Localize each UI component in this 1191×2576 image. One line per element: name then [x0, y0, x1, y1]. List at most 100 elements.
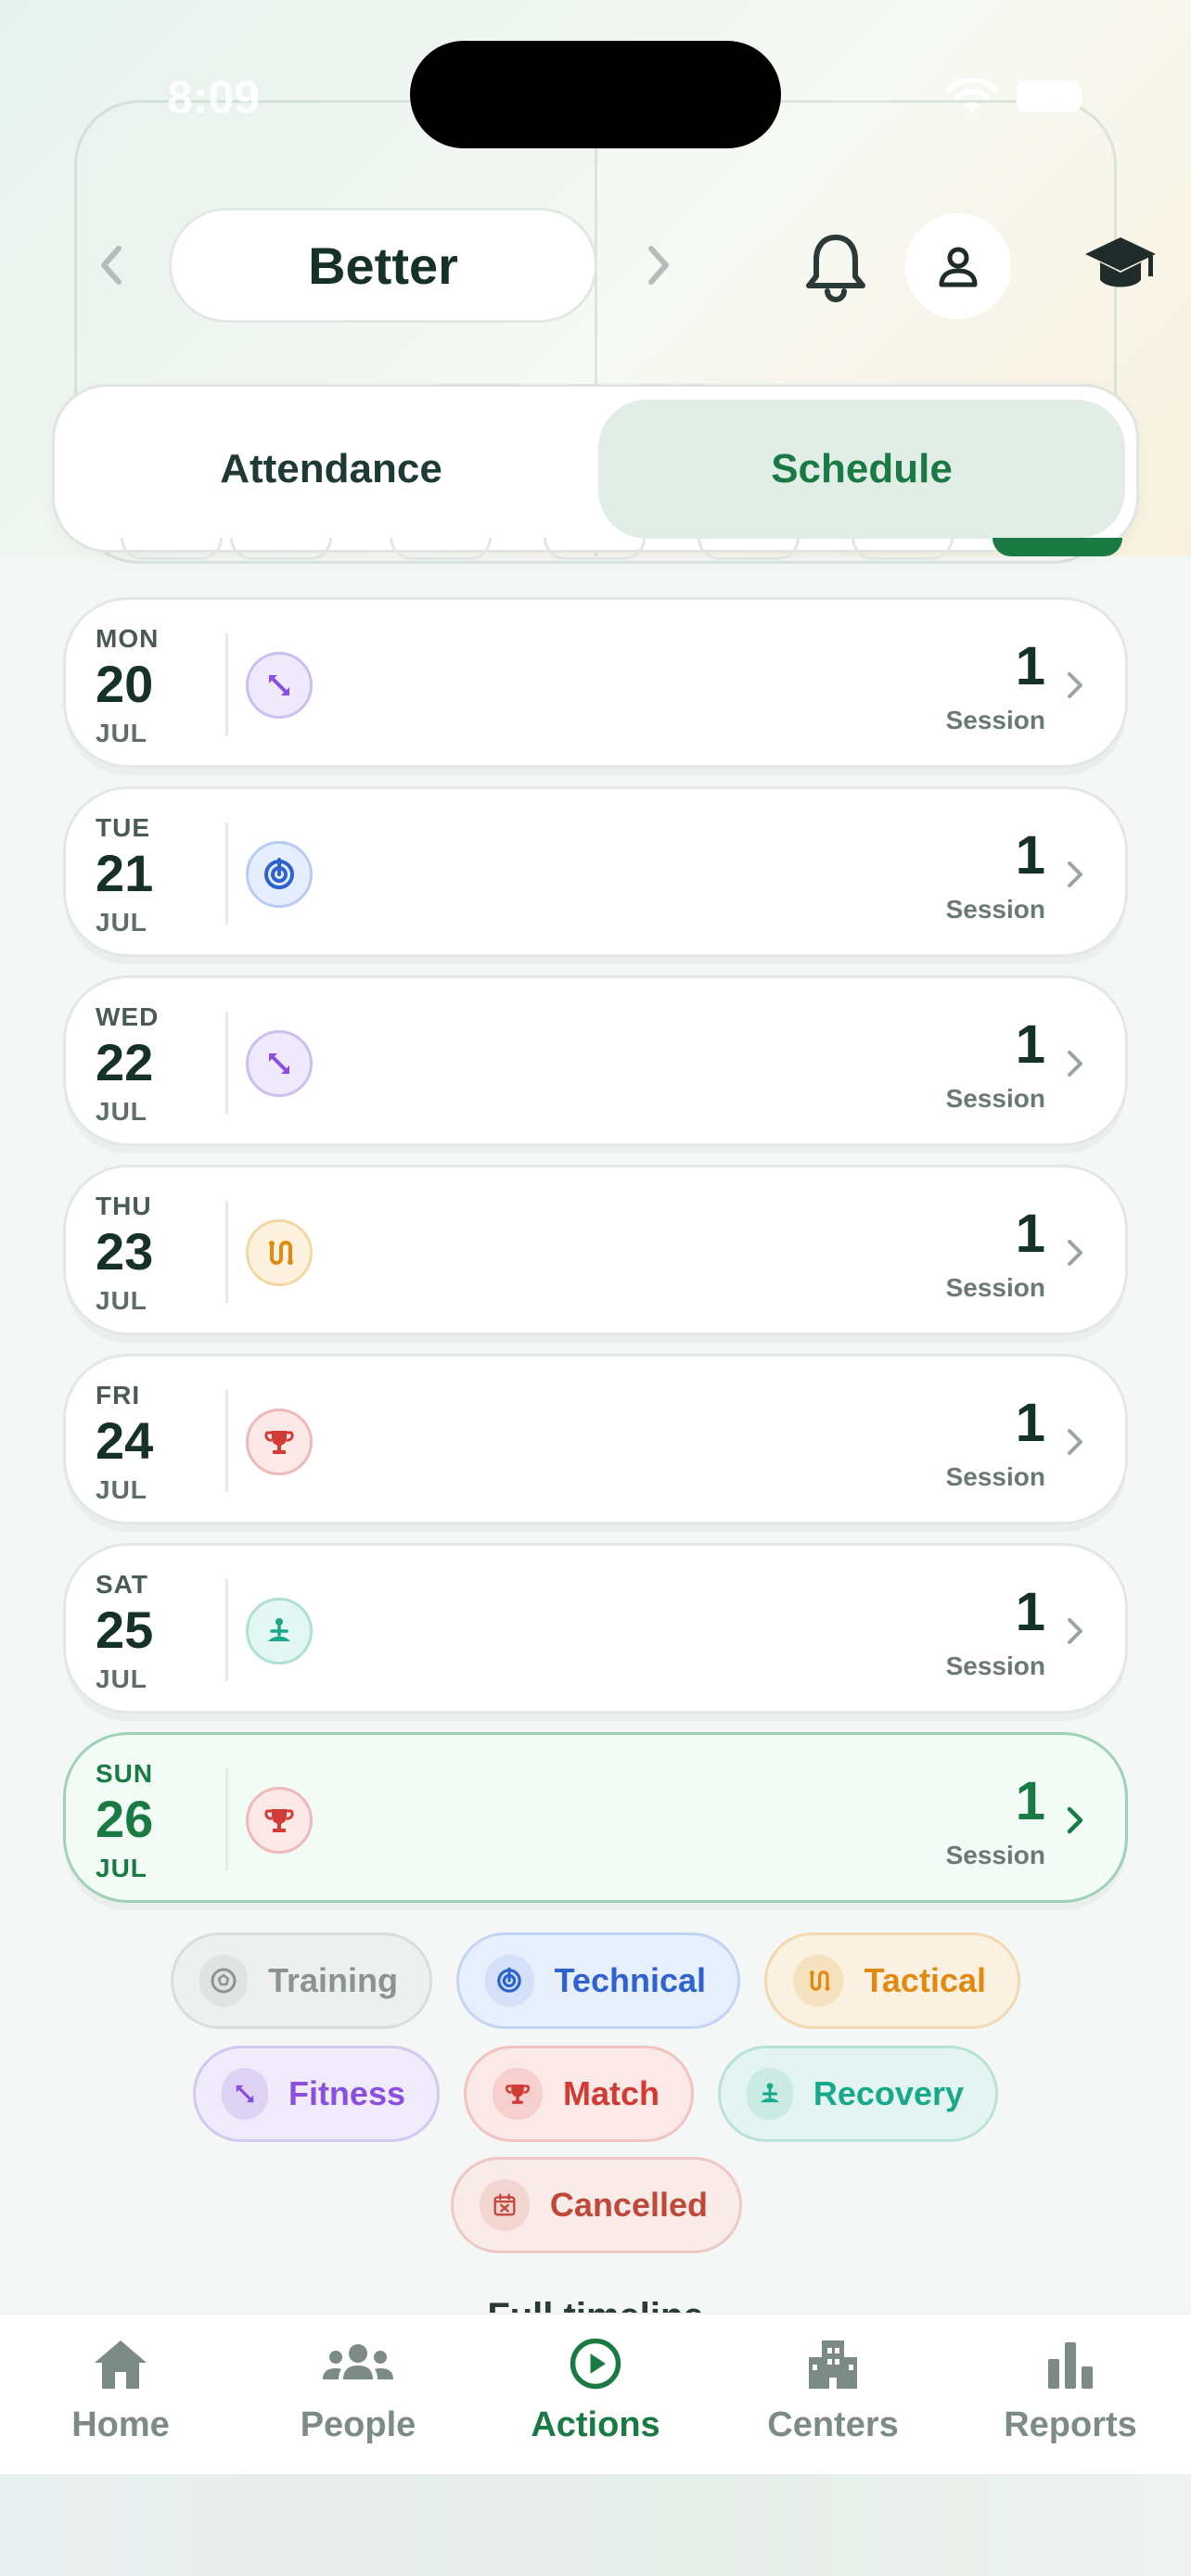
- session-count: 1: [1015, 1771, 1045, 1831]
- technical-icon: [246, 841, 313, 908]
- tactical-icon: [246, 1219, 313, 1286]
- week-pill: [698, 538, 800, 560]
- session-count: 1: [1015, 1582, 1045, 1642]
- trophy-icon: [493, 2068, 543, 2120]
- legend-training: Training: [171, 1932, 432, 2029]
- session-label: Session: [945, 895, 1045, 924]
- play-circle-icon: [570, 2338, 621, 2390]
- session-count: 1: [1015, 1014, 1045, 1075]
- day-month: JUL: [96, 1097, 147, 1126]
- wifi-icon: [947, 78, 997, 113]
- session-count: 1: [1015, 1204, 1045, 1264]
- person-icon: [939, 247, 978, 287]
- day-row-mon[interactable]: MON 20 JUL 1 Session: [63, 597, 1128, 768]
- tab-schedule[interactable]: Schedule: [598, 400, 1125, 539]
- day-number: 22: [96, 1033, 154, 1091]
- tab-label: Reports: [1004, 2405, 1137, 2444]
- chevron-right-icon: [1067, 1806, 1083, 1834]
- session-label: Session: [945, 1084, 1045, 1113]
- day-abbr: SUN: [96, 1759, 154, 1788]
- legend-cancelled: Cancelled: [451, 2157, 742, 2253]
- session-label: Session: [945, 1841, 1045, 1869]
- building-icon: [809, 2340, 857, 2389]
- day-month: JUL: [96, 908, 147, 937]
- tab-home[interactable]: Home: [19, 2337, 223, 2445]
- day-abbr: THU: [96, 1192, 152, 1220]
- day-month: JUL: [96, 719, 147, 747]
- full-timeline-link[interactable]: Full timeline: [0, 2296, 1191, 2313]
- status-time: 8:09: [167, 71, 261, 123]
- session-label: Session: [945, 1462, 1045, 1491]
- row-divider: [225, 1768, 228, 1870]
- week-pill-selected: [992, 538, 1122, 556]
- page-title[interactable]: Better: [169, 208, 597, 323]
- chevron-left-icon: [101, 246, 122, 285]
- day-number: 26: [96, 1790, 154, 1848]
- graduation-cap-icon[interactable]: [1083, 234, 1158, 295]
- tab-label: Actions: [531, 2405, 660, 2444]
- prev-button[interactable]: [83, 232, 139, 299]
- day-row-fri[interactable]: FRI 24 JUL 1 Session: [63, 1354, 1128, 1524]
- battery-icon: [1017, 81, 1082, 112]
- row-divider: [225, 1201, 228, 1303]
- meditation-icon: [747, 2068, 793, 2120]
- chevron-right-icon: [1068, 1429, 1082, 1455]
- calendar-x-icon: [480, 2179, 530, 2231]
- tab-centers[interactable]: Centers: [731, 2337, 935, 2445]
- legend-label: Match: [562, 2074, 660, 2112]
- session-label: Session: [945, 706, 1045, 734]
- week-pill: [852, 538, 954, 560]
- trophy-icon: [246, 1787, 313, 1854]
- home-icon: [95, 2340, 147, 2389]
- session-count: 1: [1015, 825, 1045, 886]
- tab-attendance[interactable]: Attendance: [68, 400, 595, 539]
- bar-chart-icon: [1048, 2342, 1093, 2389]
- day-abbr: MON: [96, 624, 160, 653]
- session-label: Session: [945, 1651, 1045, 1680]
- week-pill: [121, 538, 223, 560]
- legend-recovery: Recovery: [718, 2046, 998, 2142]
- day-row-wed[interactable]: WED 22 JUL 1 Session: [63, 976, 1128, 1146]
- tab-label: Centers: [767, 2405, 899, 2444]
- day-abbr: TUE: [96, 813, 150, 842]
- fitness-icon: [246, 1030, 313, 1097]
- legend-label: Technical: [554, 1961, 706, 1999]
- session-count: 1: [1015, 636, 1045, 696]
- meditation-icon: [246, 1598, 313, 1664]
- legend-tactical: Tactical: [764, 1932, 1020, 2029]
- day-row-sun-today[interactable]: SUN 26 JUL 1 Session: [63, 1732, 1128, 1903]
- session-count: 1: [1015, 1393, 1045, 1453]
- chevron-right-icon: [648, 246, 669, 285]
- day-number: 23: [96, 1222, 154, 1281]
- bell-icon[interactable]: [803, 232, 868, 302]
- day-number: 21: [96, 844, 154, 902]
- tab-people[interactable]: People: [256, 2337, 460, 2445]
- day-month: JUL: [96, 1854, 147, 1882]
- day-abbr: FRI: [96, 1381, 141, 1409]
- day-month: JUL: [96, 1664, 147, 1693]
- day-month: JUL: [96, 1286, 147, 1315]
- session-label: Session: [945, 1273, 1045, 1302]
- soccer-ball-icon: [199, 1955, 248, 2007]
- chevron-right-icon: [1068, 672, 1082, 698]
- trophy-icon: [246, 1409, 313, 1475]
- profile-button[interactable]: [905, 213, 1011, 319]
- next-button[interactable]: [631, 232, 686, 299]
- day-row-tue[interactable]: TUE 21 JUL 1 Session: [63, 786, 1128, 957]
- dynamic-island: [410, 41, 781, 148]
- day-row-thu[interactable]: THU 23 JUL 1 Session: [63, 1165, 1128, 1335]
- target-icon: [485, 1955, 534, 2007]
- legend-technical: Technical: [456, 1932, 740, 2029]
- row-divider: [225, 1390, 228, 1492]
- week-pill: [230, 538, 332, 560]
- chevron-right-icon: [1068, 1051, 1082, 1077]
- day-abbr: WED: [96, 1002, 160, 1031]
- day-abbr: SAT: [96, 1570, 148, 1599]
- bottom-tab-bar: Home People Actions Centers Reports: [0, 2313, 1191, 2474]
- tab-actions[interactable]: Actions: [493, 2337, 698, 2445]
- row-divider: [225, 823, 228, 925]
- day-row-sat[interactable]: SAT 25 JUL 1 Session: [63, 1543, 1128, 1714]
- tab-reports[interactable]: Reports: [968, 2337, 1172, 2445]
- day-month: JUL: [96, 1475, 147, 1504]
- route-icon: [793, 1955, 844, 2007]
